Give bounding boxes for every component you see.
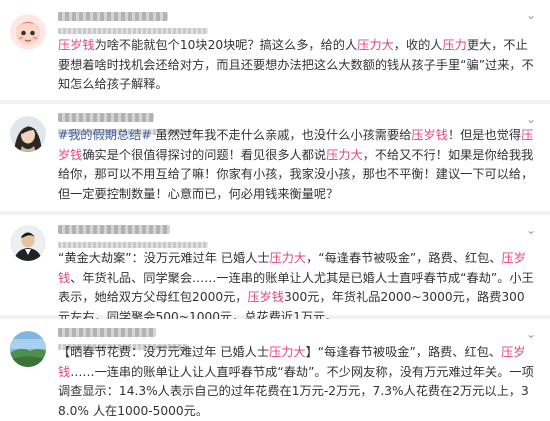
chevron-down-icon[interactable]: ⌄ <box>526 112 536 126</box>
chevron-down-icon[interactable]: ⌄ <box>526 327 536 341</box>
portrait-avatar-icon <box>10 116 46 152</box>
post-text: #我的假期总结# 虽然过年我不走什么亲戚，也没什么小孩需要给压岁钱！但是也觉得压… <box>58 126 536 204</box>
keyword-highlight[interactable]: 压岁钱 <box>411 128 448 142</box>
post-card: ⌄ 【晒春节花费：没万元难过年 已婚人士压力大】“每逢春节被吸金”，路费、红包、… <box>0 319 550 421</box>
post-text: 压岁钱为啥不能就包个10块20块呢？搞这么多，给的人压力大，收的人压力更大，不止… <box>58 36 536 95</box>
text-segment: 【晒春节花费：没万元难过年 已婚人士 <box>58 345 270 359</box>
post-card: ⌄ #我的假期总结# 虽然过年我不走什么亲戚，也没什么小孩需要给压岁钱！但是也觉… <box>0 104 550 211</box>
keyword-highlight[interactable]: 压力大 <box>269 345 306 359</box>
text-segment: ，收的人 <box>393 38 443 52</box>
keyword-highlight[interactable]: 压岁钱 <box>58 38 95 52</box>
post-text: “黄金大劫案”：没万元难过年 已婚人士压力大，“每逢春节被吸金”，路费、红包、压… <box>58 249 536 327</box>
username-blurred[interactable] <box>58 225 170 234</box>
username-blurred[interactable] <box>58 12 168 21</box>
text-segment: ！但是也觉得 <box>447 128 522 142</box>
post-card: ⌄ “黄金大劫案”：没万元难过年 已婚人士压力大，“每逢春节被吸金”，路费、红包… <box>0 215 550 324</box>
text-segment: 】“每逢春节被吸金”，路费、红包、 <box>305 345 502 359</box>
post-meta-blurred <box>58 28 208 34</box>
text-segment: 虽然过年我不走什么亲戚，也没什么小孩需要给 <box>151 128 412 142</box>
post-text: 【晒春节花费：没万元难过年 已婚人士压力大】“每逢春节被吸金”，路费、红包、压岁… <box>58 343 536 421</box>
text-segment: “黄金大劫案”：没万元难过年 已婚人士 <box>58 251 270 265</box>
chevron-down-icon[interactable]: ⌄ <box>526 223 536 237</box>
keyword-highlight[interactable]: 压力大 <box>357 38 394 52</box>
chevron-down-icon[interactable]: ⌄ <box>526 8 536 22</box>
text-segment: 为啥不能就包个10块20块呢？搞这么多，给的人 <box>94 38 358 52</box>
text-segment: 确实是个很值得探讨的问题！看见很多人都说 <box>82 147 327 162</box>
post-meta-blurred <box>58 242 208 248</box>
avatar[interactable] <box>10 225 46 261</box>
landscape-avatar-icon <box>10 331 46 367</box>
username-blurred[interactable] <box>58 113 154 122</box>
keyword-highlight[interactable]: 压岁钱 <box>247 290 284 304</box>
topic-hashtag-link[interactable]: #我的假期总结# <box>58 128 152 142</box>
keyword-highlight[interactable]: 压力大 <box>270 251 307 265</box>
avatar[interactable] <box>10 331 46 367</box>
text-segment: ……一连串的账单让人让人直呼春节成“春劫”。不少网友称，没有万元难过年关。一项调… <box>58 364 534 418</box>
avatar[interactable] <box>10 116 46 152</box>
cartoon-avatar-icon <box>10 14 46 50</box>
weibo-feed: ⌄ 压岁钱为啥不能就包个10块20块呢？搞这么多，给的人压力大，收的人压力更大，… <box>0 0 550 421</box>
man-avatar-icon <box>10 225 46 261</box>
text-segment: ，“每逢春节被吸金”，路费、红包、 <box>306 251 502 265</box>
post-card: ⌄ 压岁钱为啥不能就包个10块20块呢？搞这么多，给的人压力大，收的人压力更大，… <box>0 0 550 100</box>
avatar[interactable] <box>10 14 46 50</box>
keyword-highlight[interactable]: 压力大 <box>326 148 363 162</box>
keyword-highlight[interactable]: 压力 <box>442 38 466 52</box>
username-blurred[interactable] <box>58 328 156 337</box>
